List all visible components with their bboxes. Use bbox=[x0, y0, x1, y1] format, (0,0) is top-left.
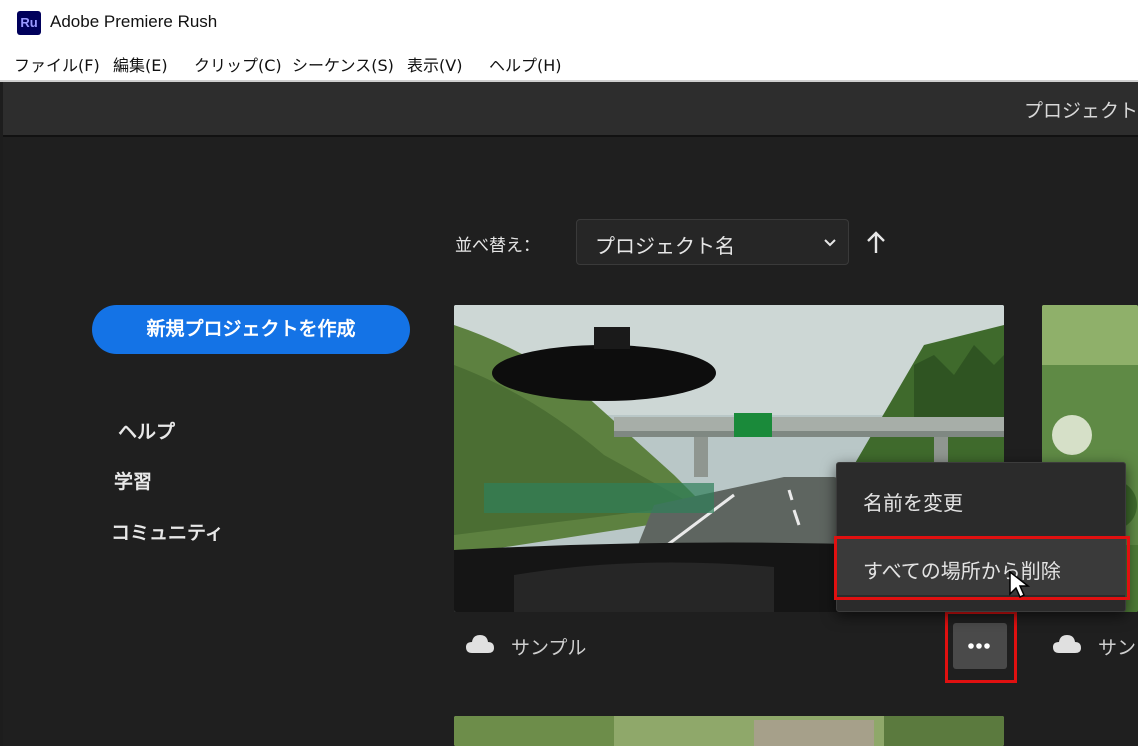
mouse-cursor-icon bbox=[1009, 570, 1030, 599]
project-thumbnail-3[interactable] bbox=[454, 716, 1004, 746]
menu-sequence[interactable]: シーケンス(S) bbox=[292, 52, 394, 76]
app-header: プロジェクト bbox=[3, 82, 1138, 137]
sidebar-link-help[interactable]: ヘルプ bbox=[118, 417, 175, 444]
menu-help[interactable]: ヘルプ(H) bbox=[489, 52, 562, 76]
sidebar-link-learn[interactable]: 学習 bbox=[114, 467, 152, 494]
app-logo: Ru bbox=[17, 11, 41, 35]
chevron-down-icon bbox=[824, 239, 836, 247]
sort-label: 並べ替え： bbox=[455, 236, 540, 256]
project-name-2[interactable]: サン bbox=[1098, 633, 1136, 660]
menu-clip[interactable]: クリップ(C) bbox=[194, 52, 282, 76]
project-name[interactable]: サンプル bbox=[511, 633, 586, 660]
annotation-highlight-more bbox=[945, 611, 1017, 683]
menu-edit[interactable]: 編集(E) bbox=[113, 52, 168, 76]
sort-value: プロジェクト名 bbox=[595, 234, 735, 258]
forest-scene-image bbox=[454, 716, 1004, 746]
title-bar: Ru Adobe Premiere Rush bbox=[0, 0, 1138, 45]
sort-dropdown[interactable]: プロジェクト名 bbox=[576, 219, 849, 265]
window-title: Adobe Premiere Rush bbox=[50, 12, 218, 31]
menu-item-rename[interactable]: 名前を変更 bbox=[863, 487, 963, 516]
menu-view[interactable]: 表示(V) bbox=[407, 52, 462, 76]
arrow-up-icon[interactable] bbox=[864, 229, 888, 257]
cloud-icon bbox=[466, 635, 494, 653]
tab-projects[interactable]: プロジェクト bbox=[1024, 96, 1138, 123]
new-project-button[interactable]: 新規プロジェクトを作成 bbox=[92, 305, 410, 354]
cloud-icon bbox=[1053, 635, 1081, 653]
sidebar-link-community[interactable]: コミュニティ bbox=[111, 518, 224, 545]
annotation-highlight-delete bbox=[834, 536, 1130, 600]
menu-file[interactable]: ファイル(F) bbox=[14, 52, 100, 76]
menu-bar: ファイル(F) 編集(E) クリップ(C) シーケンス(S) 表示(V) ヘルプ… bbox=[0, 45, 1138, 82]
